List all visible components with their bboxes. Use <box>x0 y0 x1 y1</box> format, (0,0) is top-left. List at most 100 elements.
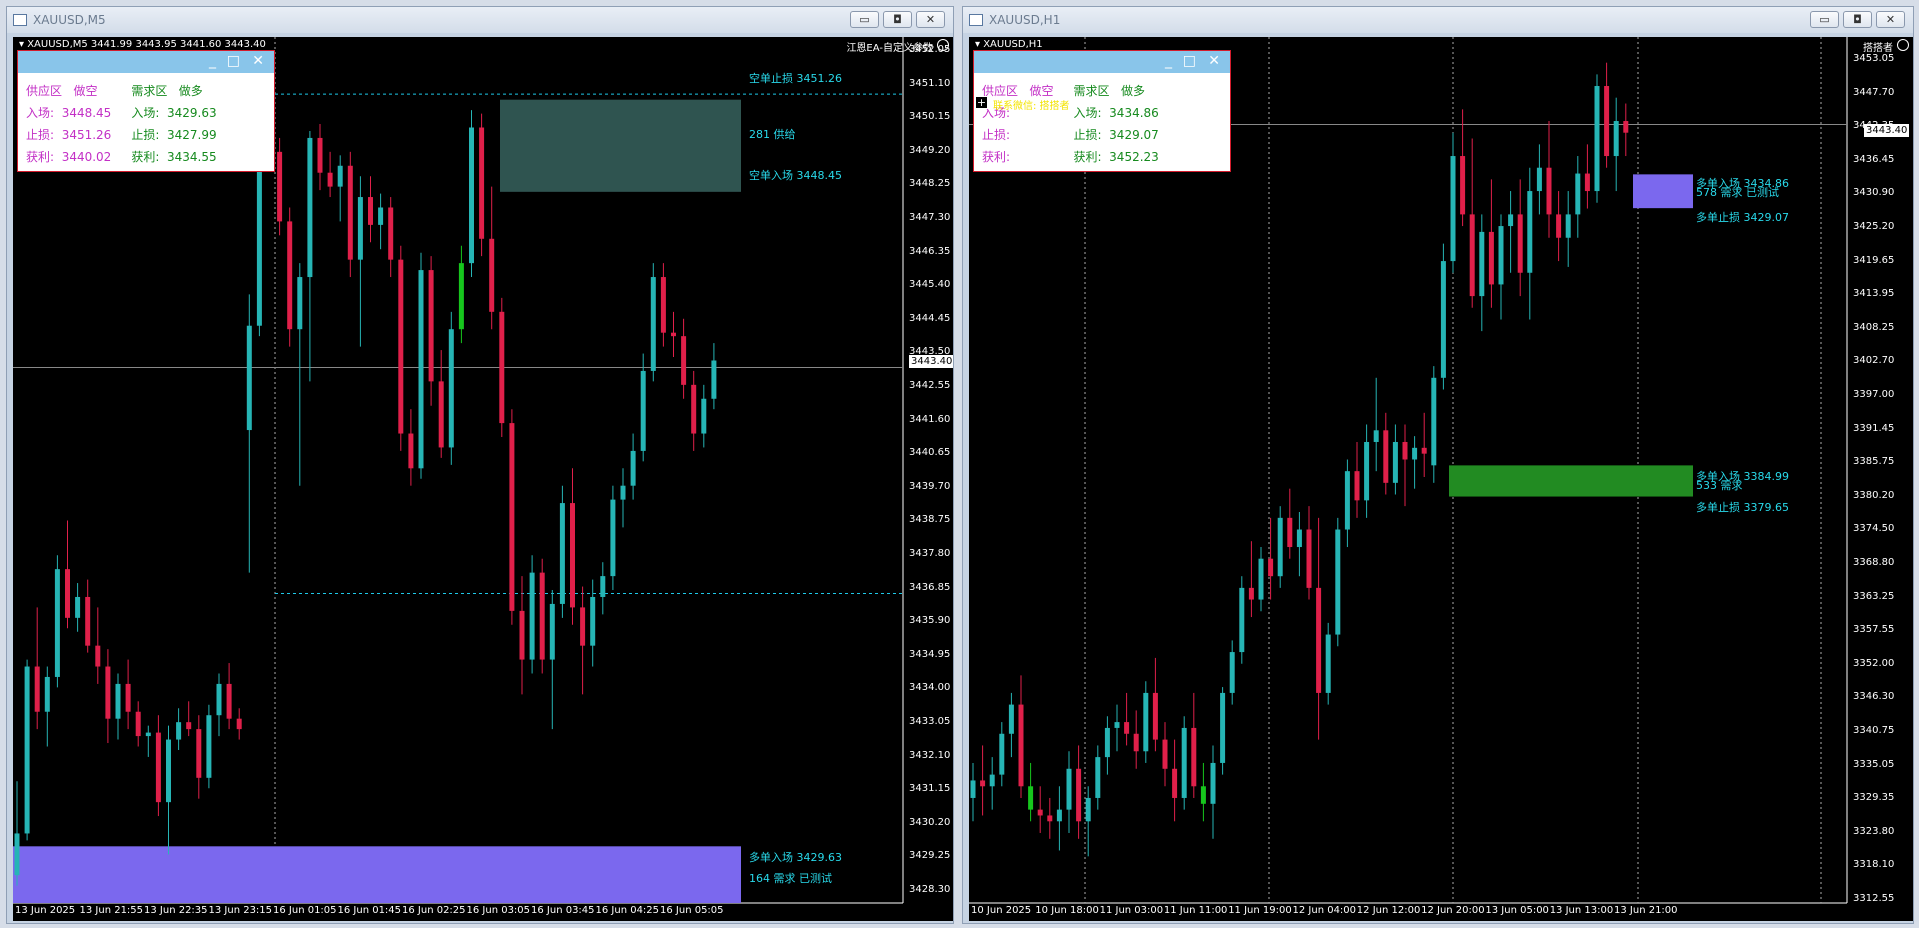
minimize-button[interactable]: ▭ <box>850 11 879 28</box>
candle-body <box>1383 430 1389 483</box>
close-button[interactable]: ✕ <box>916 11 945 28</box>
entry-label: 入场: <box>131 105 160 120</box>
candle-body <box>1565 214 1571 238</box>
price-tick: 3368.80 <box>1853 557 1895 568</box>
candle-body <box>1056 809 1062 822</box>
price-tick: 3444.45 <box>909 312 951 324</box>
time-tick: 13 Jun 13:00 <box>1549 905 1614 916</box>
demand-stop-value: 3429.07 <box>1109 127 1159 142</box>
maximize-button[interactable]: ◘ <box>883 11 912 28</box>
candle-body <box>1421 447 1427 454</box>
time-tick: 16 Jun 01:45 <box>337 905 402 916</box>
candle-body <box>570 503 575 608</box>
price-tick: 3437.80 <box>909 548 951 559</box>
candle-body <box>105 666 111 719</box>
candle-body <box>529 572 535 660</box>
close-icon[interactable]: ✕ <box>1208 53 1220 69</box>
candle-body <box>1546 167 1552 215</box>
price-tick: 3323.80 <box>1853 825 1895 837</box>
price-tick: 3448.25 <box>909 178 951 190</box>
candle-body <box>1095 757 1101 798</box>
candle-body <box>1392 441 1398 483</box>
price-tick: 3445.40 <box>909 279 951 291</box>
left-chart-canvas[interactable]: ▾ XAUUSD,M5 3441.99 3443.95 3441.60 3443… <box>13 37 953 921</box>
candle-body <box>327 172 333 187</box>
price-tick: 3357.55 <box>1853 624 1895 636</box>
price-tick: 3440.65 <box>909 447 951 459</box>
zone-table: 供应区 做空 需求区 做多 入场: 入场: 3434.86 止损: 止损: 342… <box>982 79 1179 167</box>
supply-header: 供应区 <box>26 83 63 98</box>
candle-body <box>600 576 606 597</box>
minimize-icon[interactable]: _ <box>209 53 216 69</box>
candle-body <box>499 311 505 424</box>
candle-body <box>337 165 343 187</box>
time-tick: 11 Jun 11:00 <box>1163 905 1228 916</box>
left-window-title: XAUUSD,M5 <box>33 13 106 27</box>
time-tick: 10 Jun 2025 <box>971 905 1032 916</box>
price-tick: 3452.05 <box>909 44 951 55</box>
candle-body <box>1354 471 1360 501</box>
target-label: 获利: <box>26 149 55 164</box>
close-icon[interactable]: ✕ <box>252 53 264 69</box>
candle-body <box>14 833 20 876</box>
left-ea-panel[interactable]: _ □ ✕ 供应区 做空 需求区 做多 入场: 3448.45 入场: 3429.6… <box>17 50 275 172</box>
panel-title-bar[interactable]: _ □ ✕ <box>18 51 274 73</box>
minimize-button[interactable]: ▭ <box>1810 11 1839 28</box>
right-title-bar[interactable]: XAUUSD,H1 ▭ ◘ ✕ <box>963 7 1913 33</box>
time-tick: 12 Jun 20:00 <box>1421 905 1485 916</box>
expand-icon[interactable]: + <box>975 96 988 109</box>
price-tick: 3431.15 <box>909 783 951 795</box>
supply-target-value: 3440.02 <box>61 149 112 164</box>
candle-body <box>1613 121 1619 157</box>
time-tick: 16 Jun 05:05 <box>660 905 724 916</box>
entry-label: 入场: <box>1073 105 1102 120</box>
candle-body <box>145 732 151 737</box>
candle-body <box>539 572 545 660</box>
candle-body <box>1172 768 1178 798</box>
minimize-icon[interactable]: _ <box>1165 53 1172 69</box>
candle-body <box>1047 815 1053 822</box>
candle-body <box>1450 156 1456 262</box>
candle-body <box>125 683 131 712</box>
candle-body <box>1536 167 1542 192</box>
candle-body <box>176 722 182 740</box>
candle-body <box>458 263 464 330</box>
candle-body <box>307 137 313 278</box>
time-tick: 11 Jun 19:00 <box>1228 905 1292 916</box>
right-chart-canvas[interactable]: ▾ XAUUSD,H1 搭搭者 3453.053447.703442.35343… <box>969 37 1913 921</box>
candle-body <box>1287 517 1293 548</box>
price-tick: 3419.65 <box>1853 254 1895 266</box>
candle-body <box>1479 231 1485 297</box>
price-tick: 3449.20 <box>909 144 951 156</box>
price-tick: 3397.00 <box>1853 389 1895 400</box>
price-tick: 3432.10 <box>909 749 951 761</box>
panel-title-bar[interactable]: _ □ ✕ <box>974 51 1230 73</box>
demand-target-value: 3434.55 <box>167 149 217 164</box>
price-tick: 3408.25 <box>1853 321 1895 333</box>
chart-window-icon <box>969 14 983 26</box>
close-button[interactable]: ✕ <box>1876 11 1905 28</box>
candle-body <box>1191 727 1197 787</box>
time-tick: 16 Jun 02:25 <box>402 905 466 916</box>
demand-count-label-2: 533 需求 <box>1696 479 1743 492</box>
candle-body <box>75 596 81 618</box>
candle-body <box>95 645 101 667</box>
maximize-icon[interactable]: □ <box>227 53 240 69</box>
short-header: 做空 <box>1029 83 1054 98</box>
candle-body <box>1200 786 1206 804</box>
candle-body <box>24 666 30 834</box>
maximize-icon[interactable]: □ <box>1183 53 1196 69</box>
candle-body <box>1556 214 1562 238</box>
price-tick: 3380.20 <box>1853 489 1895 501</box>
maximize-button[interactable]: ◘ <box>1843 11 1872 28</box>
candle-body <box>630 450 636 486</box>
demand-target-value: 3452.23 <box>1109 149 1159 164</box>
demand-zone <box>13 846 741 903</box>
candle-body <box>1152 692 1158 740</box>
candle-body <box>660 277 666 333</box>
long-entry-label: 多单入场 3429.63 <box>749 851 842 864</box>
left-title-bar[interactable]: XAUUSD,M5 ▭ ◘ ✕ <box>7 7 953 33</box>
candle-body <box>1527 191 1533 273</box>
price-tick: 3450.15 <box>909 111 951 123</box>
supply-count-label: 281 供给 <box>749 128 796 141</box>
